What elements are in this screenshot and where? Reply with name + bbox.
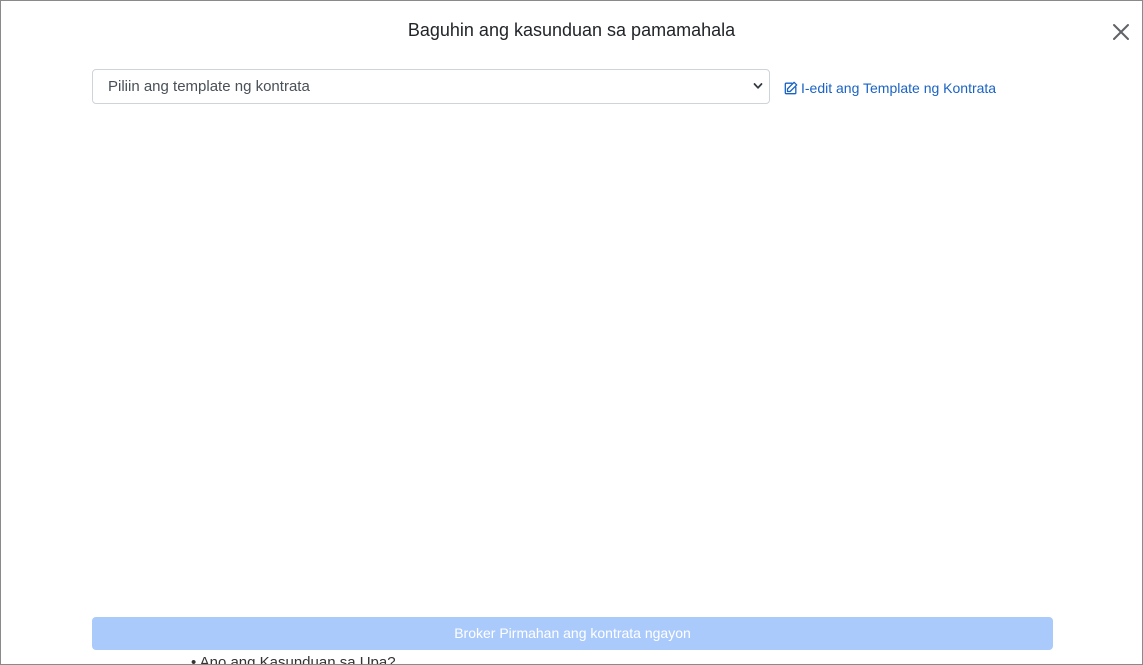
contract-template-select[interactable]: Piliin ang template ng kontrata (92, 69, 770, 104)
chevron-down-icon (753, 83, 763, 89)
edit-icon (784, 81, 798, 95)
contract-content-area (92, 119, 1052, 609)
contract-template-select-value: Piliin ang template ng kontrata (108, 78, 310, 95)
edit-contract-template-label: I-edit ang Template ng Kontrata (801, 80, 997, 96)
edit-agreement-modal: Baguhin ang kasunduan sa pamamahala Pili… (0, 0, 1143, 665)
close-icon (1113, 24, 1129, 40)
broker-sign-contract-button[interactable]: Broker Pirmahan ang kontrata ngayon (92, 617, 1053, 650)
contract-content-line: • Ano ang Kasunduan sa Upa? (191, 654, 396, 665)
edit-contract-template-link[interactable]: I-edit ang Template ng Kontrata (784, 79, 996, 97)
close-button[interactable] (1109, 20, 1133, 44)
modal-title: Baguhin ang kasunduan sa pamamahala (407, 20, 736, 40)
